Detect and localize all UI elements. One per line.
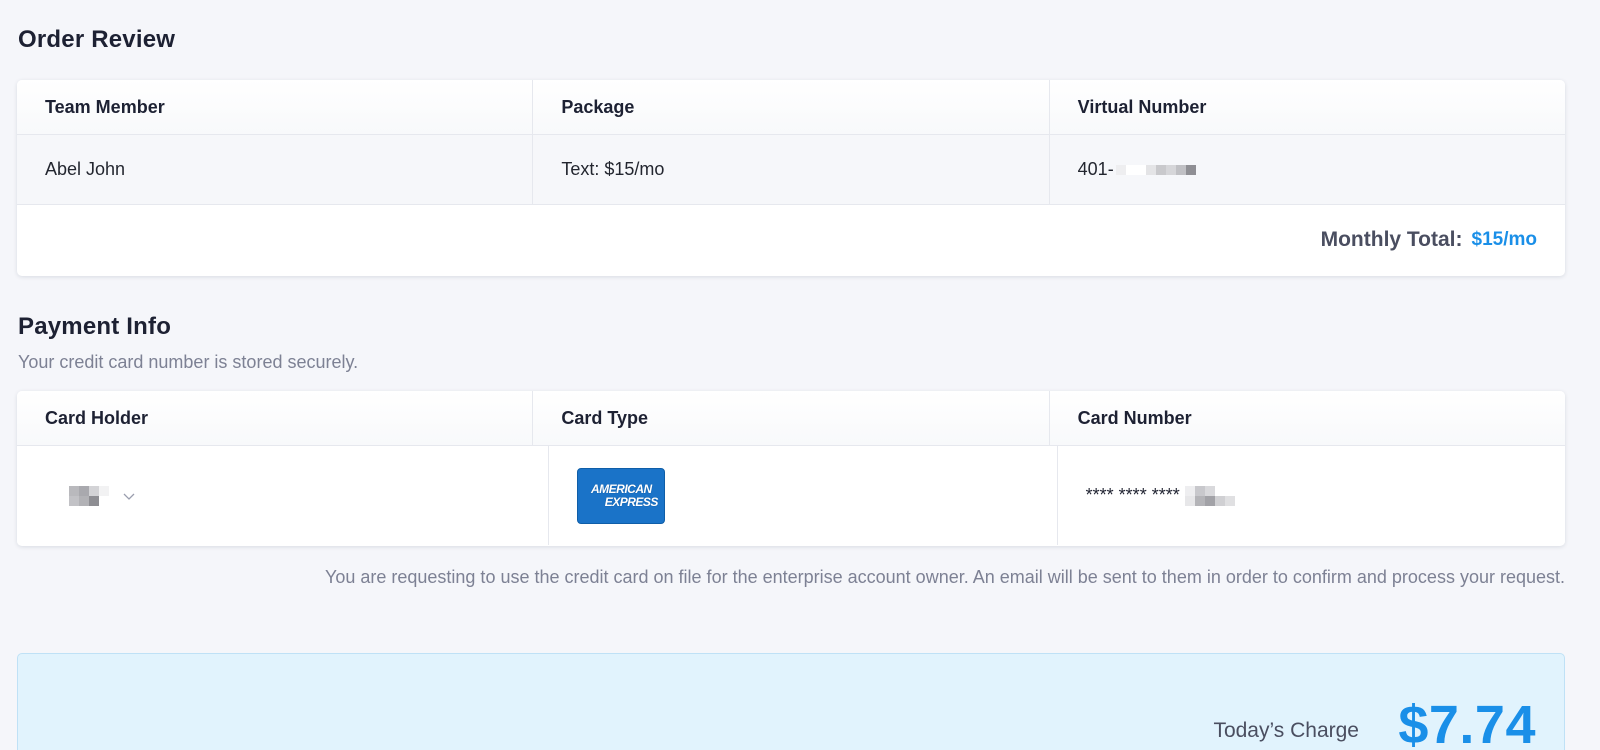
team-member-value: Abel John — [17, 135, 534, 204]
chevron-down-icon[interactable] — [123, 490, 135, 502]
column-header-card-holder: Card Holder — [17, 391, 534, 445]
todays-charge-label: Today’s Charge — [1213, 719, 1359, 742]
todays-charge-box: Today’s Charge $7.74 — [17, 653, 1565, 750]
card-holder-cell — [17, 446, 550, 545]
payment-table-header: Card Holder Card Type Card Number — [17, 391, 1565, 446]
virtual-number-value: 401- — [1050, 135, 1565, 204]
column-header-package: Package — [533, 80, 1050, 134]
table-row: AMERICAN EXPRESS **** **** **** — [17, 446, 1565, 545]
redacted-card-digits-mask — [1184, 485, 1235, 506]
card-holder-select[interactable] — [69, 485, 135, 506]
card-number-prefix: **** **** **** — [1085, 485, 1185, 505]
order-review-table: Team Member Package Virtual Number Abel … — [17, 80, 1565, 276]
monthly-total-row: Monthly Total: $15/mo — [17, 205, 1565, 275]
column-header-card-number: Card Number — [1077, 407, 1192, 428]
card-type-cell: AMERICAN EXPRESS — [549, 446, 1058, 545]
column-header-card-type: Card Type — [533, 391, 1050, 445]
payment-info-subtitle: Your credit card number is stored secure… — [18, 352, 359, 372]
column-header-virtual-number: Virtual Number — [1077, 96, 1207, 117]
table-row: Abel John Text: $15/mo 401- — [17, 135, 1565, 205]
order-review-title: Order Review — [18, 26, 176, 53]
redacted-name-mask — [69, 485, 109, 506]
payment-info-title: Payment Info — [18, 313, 172, 340]
amex-logo: AMERICAN EXPRESS — [577, 467, 666, 524]
package-value: Text: $15/mo — [533, 135, 1050, 204]
order-table-header: Team Member Package Virtual Number — [17, 80, 1565, 135]
monthly-total-value: $15/mo — [1471, 229, 1537, 250]
redacted-number-mask — [1115, 164, 1196, 175]
card-number-cell: **** **** **** — [1058, 446, 1565, 545]
checkout-page: Order Review Team Member Package Virtual… — [0, 0, 1600, 750]
todays-charge-value: $7.74 — [1398, 695, 1536, 750]
payment-info-table: Card Holder Card Type Card Number AMERIC… — [17, 391, 1565, 546]
virtual-number-prefix: 401- — [1077, 159, 1114, 179]
monthly-total-label: Monthly Total: — [1320, 228, 1463, 251]
amex-logo-line-2: EXPRESS — [604, 494, 659, 509]
enterprise-card-notice: You are requesting to use the credit car… — [324, 567, 1565, 587]
amex-logo-line-1: AMERICAN — [590, 481, 652, 496]
column-header-team-member: Team Member — [17, 80, 534, 134]
